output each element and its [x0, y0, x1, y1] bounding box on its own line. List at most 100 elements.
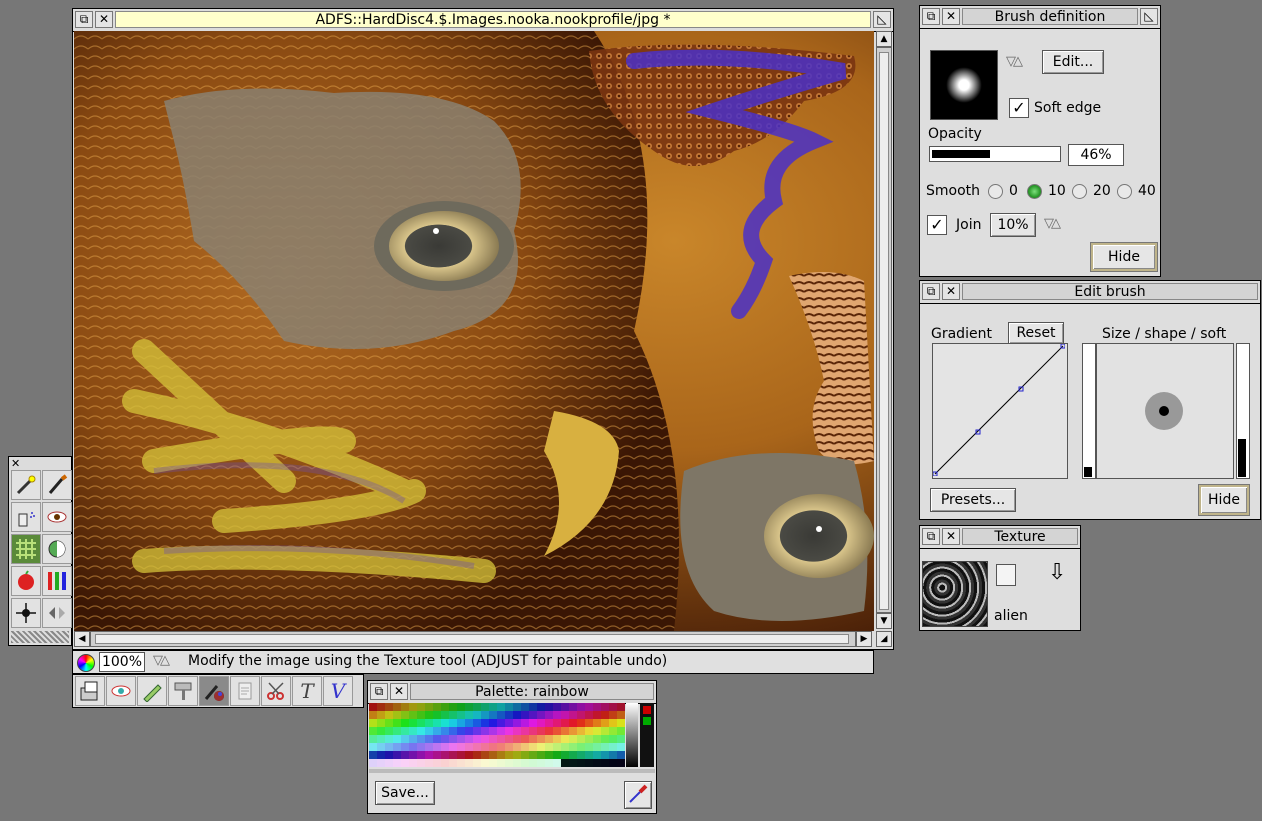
soft-edge-checkbox[interactable]: ✓	[1009, 98, 1029, 118]
palette-swatch[interactable]	[553, 703, 561, 711]
palette-swatch[interactable]	[497, 743, 505, 751]
palette-swatch[interactable]	[369, 727, 377, 735]
palette-swatch[interactable]	[513, 735, 521, 743]
palette-swatch[interactable]	[553, 719, 561, 727]
palette-swatch[interactable]	[401, 751, 409, 759]
palette-swatch[interactable]	[505, 735, 513, 743]
palette-swatch[interactable]	[457, 743, 465, 751]
palette-swatch[interactable]	[593, 719, 601, 727]
palette-swatch[interactable]	[417, 703, 425, 711]
smooth-radio-10[interactable]	[1027, 184, 1042, 199]
palette-swatch[interactable]	[409, 703, 417, 711]
palette-swatch[interactable]	[433, 703, 441, 711]
scroll-left-arrow[interactable]: ◀	[74, 631, 90, 647]
palette-swatch[interactable]	[449, 711, 457, 719]
color-bars-icon[interactable]	[42, 566, 72, 596]
palette-swatch[interactable]	[385, 735, 393, 743]
palette-swatch[interactable]	[577, 719, 585, 727]
apple-icon[interactable]	[11, 566, 41, 596]
palette-swatch[interactable]	[385, 719, 393, 727]
palette-swatch[interactable]	[441, 759, 449, 767]
palette-grey-strip[interactable]	[626, 703, 638, 767]
palette-swatch[interactable]	[521, 719, 529, 727]
palette-swatch[interactable]	[593, 759, 601, 767]
palette-swatch[interactable]	[545, 735, 553, 743]
palette-swatch[interactable]	[433, 759, 441, 767]
palette-swatch[interactable]	[449, 743, 457, 751]
palette-swatch[interactable]	[417, 719, 425, 727]
palette-swatch[interactable]	[569, 759, 577, 767]
palette-swatch[interactable]	[401, 743, 409, 751]
palette-swatch[interactable]	[617, 703, 625, 711]
palette-swatch[interactable]	[505, 727, 513, 735]
palette-swatch[interactable]	[529, 711, 537, 719]
palette-swatch[interactable]	[505, 703, 513, 711]
palette-swatch[interactable]	[553, 711, 561, 719]
palette-swatch[interactable]	[481, 703, 489, 711]
opacity-slider[interactable]	[929, 146, 1061, 162]
palette-swatch[interactable]	[489, 735, 497, 743]
palette-swatch[interactable]	[481, 711, 489, 719]
pencil-icon[interactable]	[137, 676, 167, 706]
palette-swatch[interactable]	[393, 743, 401, 751]
palette-swatch[interactable]	[449, 719, 457, 727]
palette-swatch[interactable]	[609, 711, 617, 719]
palette-swatch[interactable]	[553, 751, 561, 759]
palette-swatch[interactable]	[489, 743, 497, 751]
palette-swatch[interactable]	[617, 711, 625, 719]
brush-shape-preview[interactable]	[1096, 343, 1234, 479]
palette-swatch[interactable]	[465, 743, 473, 751]
palette-swatch[interactable]	[449, 735, 457, 743]
palette-swatch[interactable]	[457, 735, 465, 743]
palette-swatch[interactable]	[481, 719, 489, 727]
title-bar[interactable]: ⧉ ✕ Edit brush	[920, 281, 1260, 304]
palette-swatch[interactable]	[569, 711, 577, 719]
spray-icon[interactable]	[11, 502, 41, 532]
palette-swatch[interactable]	[601, 743, 609, 751]
palette-swatch[interactable]	[465, 735, 473, 743]
palette-swatch[interactable]	[569, 743, 577, 751]
hide-button[interactable]: Hide	[1199, 485, 1249, 515]
palette-swatch[interactable]	[441, 703, 449, 711]
texture-file-icon[interactable]	[996, 564, 1016, 586]
palette-swatch[interactable]	[601, 711, 609, 719]
open-file-icon[interactable]	[75, 676, 105, 706]
palette-swatch[interactable]	[569, 751, 577, 759]
palette-swatch[interactable]	[377, 711, 385, 719]
palette-swatch[interactable]	[537, 727, 545, 735]
back-icon[interactable]: ⧉	[922, 528, 940, 545]
palette-swatch[interactable]	[601, 727, 609, 735]
palette-swatch[interactable]	[425, 703, 433, 711]
palette-swatch[interactable]	[393, 759, 401, 767]
palette-swatch[interactable]	[601, 751, 609, 759]
palette-swatch[interactable]	[537, 751, 545, 759]
palette-swatch[interactable]	[425, 759, 433, 767]
palette-swatch[interactable]	[529, 735, 537, 743]
roller-icon[interactable]	[168, 676, 198, 706]
palette-swatch[interactable]	[529, 759, 537, 767]
palette-swatch[interactable]	[473, 735, 481, 743]
palette-swatch[interactable]	[545, 719, 553, 727]
palette-swatch[interactable]	[449, 727, 457, 735]
palette-swatch[interactable]	[497, 751, 505, 759]
palette-swatch[interactable]	[585, 759, 593, 767]
palette-swatch[interactable]	[577, 727, 585, 735]
palette-swatch[interactable]	[409, 719, 417, 727]
palette-swatch[interactable]	[369, 719, 377, 727]
text-t-icon[interactable]: T	[292, 676, 322, 706]
palette-swatch[interactable]	[409, 751, 417, 759]
palette-swatch[interactable]	[417, 727, 425, 735]
palette-swatch[interactable]	[537, 711, 545, 719]
palette-swatch[interactable]	[529, 727, 537, 735]
palette-swatch[interactable]	[545, 759, 553, 767]
join-value-field[interactable]: 10%	[990, 213, 1036, 237]
palette-swatch[interactable]	[417, 735, 425, 743]
palette-swatch[interactable]	[441, 735, 449, 743]
palette-swatch[interactable]	[385, 727, 393, 735]
palette-swatch[interactable]	[505, 751, 513, 759]
back-icon[interactable]: ⧉	[922, 283, 940, 300]
smooth-radio-0[interactable]	[988, 184, 1003, 199]
palette-swatch[interactable]	[393, 735, 401, 743]
palette-swatch[interactable]	[561, 703, 569, 711]
palette-swatch[interactable]	[417, 759, 425, 767]
